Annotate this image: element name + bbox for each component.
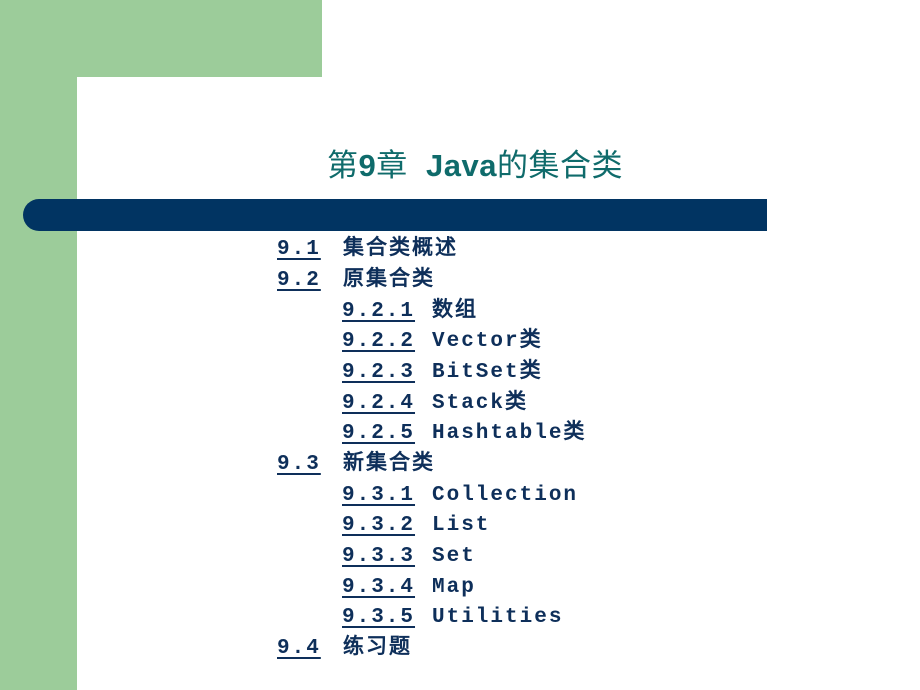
title-divider-bar (23, 199, 767, 231)
toc-item-title: Set (432, 545, 476, 568)
toc-item-title: Stack类 (432, 391, 529, 415)
toc-item: 9.2.3 BitSet类 (342, 358, 541, 388)
toc-item: 9.2.5 Hashtable类 (342, 419, 584, 449)
toc-item: 9.2.4 Stack类 (342, 389, 526, 419)
toc-link[interactable]: 9.3.5 (342, 603, 415, 633)
toc-item: 9.3 新集合类 (277, 450, 433, 480)
toc-item-title: Utilities (432, 606, 564, 629)
toc-link[interactable]: 9.3.2 (342, 511, 415, 541)
title-latin: Java (426, 148, 497, 183)
toc-item: 9.3.3 Set (342, 542, 474, 572)
toc-item: 9.1 集合类概述 (277, 235, 456, 265)
green-top-block (0, 0, 322, 77)
toc-link[interactable]: 9.1 (277, 235, 321, 265)
green-left-strip (0, 0, 77, 690)
toc-item: 9.3.5 Utilities (342, 603, 561, 633)
toc-item-title: 集合类概述 (343, 238, 458, 261)
toc-item-title: Hashtable类 (432, 422, 587, 445)
toc-link[interactable]: 9.2 (277, 266, 321, 296)
toc-item-title: 新集合类 (343, 453, 435, 476)
toc-link[interactable]: 9.2.5 (342, 419, 415, 449)
toc-item-title: 数组 (432, 299, 478, 323)
toc-link[interactable]: 9.3.3 (342, 542, 415, 572)
toc-item-title: Vector类 (432, 330, 543, 353)
toc-item-title: Map (432, 575, 476, 599)
toc-link[interactable]: 9.2.2 (342, 327, 415, 357)
toc-item-title: 练习题 (343, 637, 412, 660)
toc-item-title: Collection (432, 483, 579, 507)
toc-item: 9.3.4 Map (342, 573, 474, 603)
toc-link[interactable]: 9.3.1 (342, 481, 415, 511)
toc-item: 9.4 练习题 (277, 634, 410, 664)
title-suffix: 的集合类 (496, 148, 623, 183)
toc-item: 9.2.2 Vector类 (342, 327, 541, 357)
toc-link[interactable]: 9.4 (277, 634, 321, 664)
toc-item-title: List (432, 514, 491, 537)
toc-item: 9.2 原集合类 (277, 266, 433, 296)
slide-title: 第9章 Java的集合类 (0, 140, 920, 185)
title-chapter-number: 9 (358, 148, 377, 183)
toc-item-title: BitSet类 (432, 361, 543, 384)
title-mid: 章 (376, 148, 426, 183)
toc-link[interactable]: 9.3 (277, 450, 321, 480)
toc-link[interactable]: 9.2.1 (342, 297, 415, 327)
toc-link[interactable]: 9.2.4 (342, 389, 415, 419)
title-prefix: 第 (327, 148, 359, 183)
toc-item: 9.3.2 List (342, 511, 488, 541)
toc-link[interactable]: 9.3.4 (342, 573, 415, 603)
toc-item-title: 原集合类 (343, 269, 435, 292)
slide: 第9章 Java的集合类 9.1 集合类概述 9.2 原集合类 9.2.1 数组… (0, 0, 920, 690)
toc-item: 9.2.1 数组 (342, 297, 476, 327)
toc-item: 9.3.1 Collection (342, 481, 576, 511)
toc-link[interactable]: 9.2.3 (342, 358, 415, 388)
